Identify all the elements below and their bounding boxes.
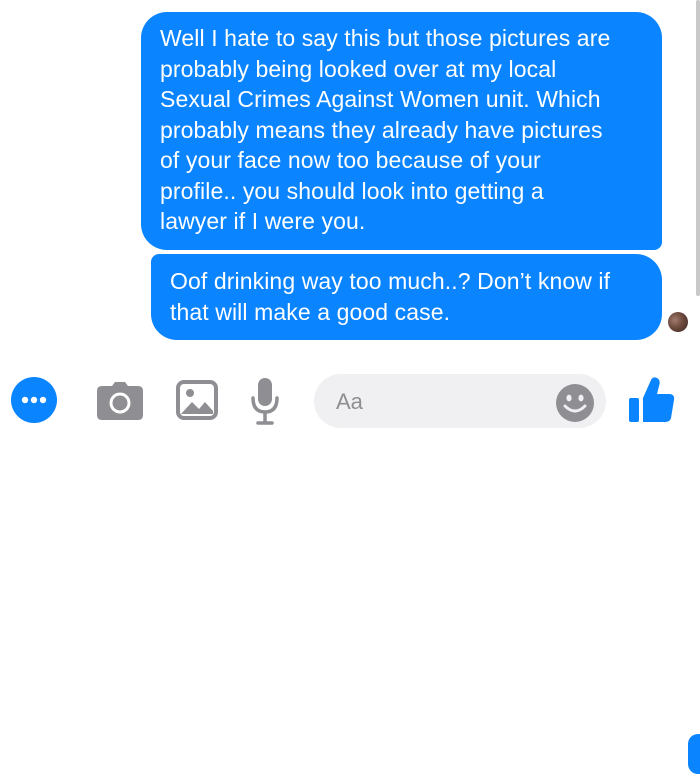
message-bubble-outgoing[interactable]: Well I hate to say this but those pictur… bbox=[141, 12, 662, 250]
emoji-icon bbox=[555, 383, 595, 423]
message-text-line: profile.. you should look into getting a bbox=[160, 177, 544, 204]
more-options-button[interactable] bbox=[11, 377, 57, 423]
photo-gallery-button[interactable] bbox=[175, 378, 219, 422]
message-text-line: lawyer if I were you. bbox=[160, 208, 366, 234]
photo-icon bbox=[176, 380, 218, 420]
emoji-button[interactable] bbox=[555, 383, 595, 423]
message-text-line: Well I hate to say this but those pictur… bbox=[160, 25, 611, 51]
composer-bar bbox=[0, 350, 700, 774]
message-text-line: that will make a good case. bbox=[170, 298, 451, 325]
message-text-line: Oof drinking way too much..? Don’t know … bbox=[170, 268, 611, 294]
camera-icon bbox=[97, 382, 143, 420]
message-text-line: probably means they already have picture… bbox=[160, 116, 603, 143]
message-bubble-outgoing[interactable]: Oof drinking way too much..? Don’t know … bbox=[151, 254, 662, 340]
camera-button[interactable] bbox=[96, 381, 144, 421]
message-text-line: probably being looked over at my local bbox=[160, 55, 557, 82]
more-icon bbox=[21, 396, 47, 404]
like-button[interactable] bbox=[627, 374, 677, 426]
message-text-line: Sexual Crimes Against Women unit. Which bbox=[160, 86, 601, 112]
read-receipt-avatar bbox=[668, 312, 688, 332]
thumbs-up-icon bbox=[629, 376, 675, 424]
partial-control bbox=[688, 734, 700, 774]
message-input[interactable] bbox=[334, 384, 548, 420]
voice-message-button[interactable] bbox=[245, 377, 285, 427]
microphone-icon bbox=[250, 378, 280, 426]
message-text-line: of your face now too because of your bbox=[160, 147, 541, 173]
scroll-indicator[interactable] bbox=[696, 0, 700, 296]
message-thread: Well I hate to say this but those pictur… bbox=[0, 0, 700, 350]
